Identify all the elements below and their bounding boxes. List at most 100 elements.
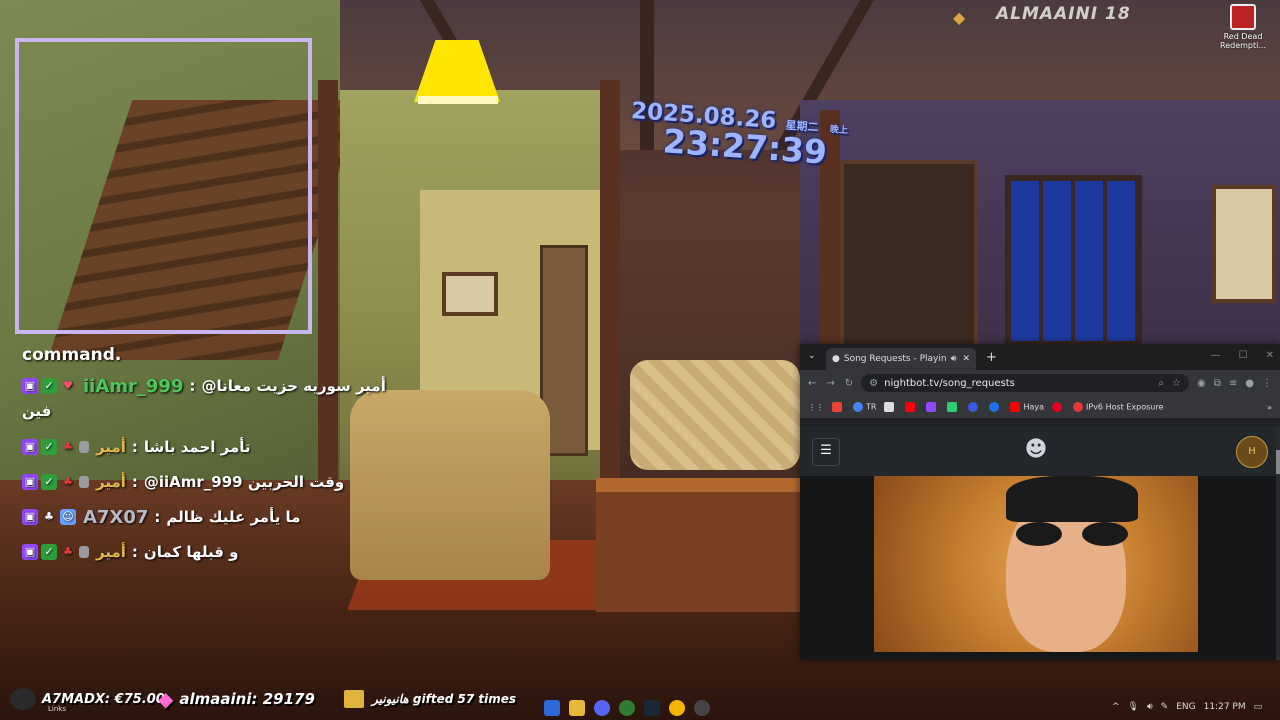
extension-icon[interactable]: ◉ <box>1197 378 1206 389</box>
maximize-icon[interactable]: ☐ <box>1239 350 1248 361</box>
bookmark-youtube[interactable] <box>905 402 918 412</box>
browser-tab[interactable]: ● Song Requests - Playing a... 🔊︎ ✕ <box>826 348 976 370</box>
wall-picture <box>442 272 498 316</box>
bookmark-chrome[interactable] <box>989 402 1002 412</box>
notification-icon[interactable]: ▭ <box>1254 702 1263 712</box>
cherry-badge-icon: ♣ <box>63 545 73 558</box>
bookmark-ipv6[interactable]: IPv6 Host Exposure <box>1073 402 1163 412</box>
back-icon[interactable]: ← <box>808 378 816 389</box>
kebab-menu-icon[interactable]: ⋮ <box>1262 378 1272 389</box>
clock-ampm: 晚上 <box>829 124 849 137</box>
bookmark-pinterest[interactable] <box>1052 402 1065 412</box>
tab-search-icon[interactable]: ⌄ <box>808 351 816 361</box>
chat-text-continuation: فين <box>22 402 52 420</box>
bookmark-label: TR <box>866 402 877 412</box>
profile-icon[interactable]: ● <box>1245 378 1254 389</box>
mod-badge-icon: ☺ <box>60 509 76 525</box>
bookmark-gmail[interactable] <box>832 402 845 412</box>
xbox-icon[interactable] <box>619 700 635 716</box>
puzzle-icon[interactable]: ⧉ <box>1214 378 1221 389</box>
reload-icon[interactable]: ↻ <box>845 378 853 389</box>
more-bookmarks-icon[interactable]: » <box>1267 403 1272 412</box>
tray-expand-icon[interactable]: ^ <box>1112 702 1120 712</box>
nightbot-header: ☰ ☻ H <box>800 426 1276 476</box>
twitch-badge-icon: ▣ <box>22 474 38 490</box>
chat-separator: : <box>131 543 138 561</box>
browser-window[interactable]: ⌄ ● Song Requests - Playing a... 🔊︎ ✕ + … <box>800 344 1280 660</box>
minimize-icon[interactable]: — <box>1211 350 1221 361</box>
bookmark-icon[interactable] <box>884 402 897 412</box>
chat-text: ما يأمر عليك ظالم <box>166 508 301 526</box>
obs-icon[interactable] <box>694 700 710 716</box>
chat-separator: : <box>131 438 138 456</box>
bookmark-twitch[interactable] <box>926 402 939 412</box>
forward-icon[interactable]: → <box>826 378 834 389</box>
gift-text: هانيونير gifted 57 times <box>372 692 516 706</box>
bookmark-label: Haya <box>1023 402 1045 412</box>
bits-alert: ◆ almaaini: 29179 <box>158 684 315 714</box>
zoom-icon[interactable]: ⌕ <box>1158 378 1164 389</box>
cherry-badge-icon: ♣ <box>63 440 73 453</box>
chat-username: أمير <box>96 473 126 491</box>
language-indicator[interactable]: ENG <box>1176 702 1195 712</box>
bookmark-label: IPv6 Host Exposure <box>1086 402 1164 412</box>
new-tab-button[interactable]: + <box>986 350 997 365</box>
chat-text: @iiAmr_999 وقت الحربين <box>143 473 345 491</box>
site-info-icon[interactable]: ⚙ <box>869 378 878 389</box>
donation-alert: A7MADX: €75.00 <box>10 684 165 714</box>
url-text: nightbot.tv/song_requests <box>884 377 1015 389</box>
bookmark-haya[interactable]: Haya <box>1010 402 1044 412</box>
bookmark-star-icon[interactable]: ☆ <box>1172 378 1181 389</box>
discord-icon[interactable] <box>594 700 610 716</box>
bookmark-green[interactable] <box>947 402 960 412</box>
chrome-icon[interactable] <box>669 700 685 716</box>
desktop-icon-red-dead[interactable]: Red Dead Redempti... <box>1216 4 1270 50</box>
sub-badge-icon: ✓ <box>41 474 57 490</box>
window-controls: — ☐ ✕ <box>1211 350 1274 361</box>
hamburger-menu-icon[interactable]: ☰ <box>812 438 840 466</box>
chat-text: تأمر احمد باشا <box>143 438 251 456</box>
apps-grid-icon[interactable]: ⋮⋮ <box>808 403 824 412</box>
nightbot-favicon-icon: ● <box>832 354 840 364</box>
bookmarks-bar: ⋮⋮ TR Haya IPv6 Host Exposure » <box>800 396 1280 419</box>
chat-username: iiAmr_999 <box>83 375 184 397</box>
close-icon[interactable]: ✕ <box>1266 350 1274 361</box>
taskbar-clock[interactable]: 11:27 PM <box>1204 702 1246 712</box>
brand-logo-icon: ◆ <box>953 8 966 27</box>
bookmark-tr[interactable]: TR <box>853 402 876 412</box>
nightbot-logo-icon[interactable]: ☻ <box>1022 436 1050 464</box>
tab-close-icon[interactable]: ✕ <box>962 354 970 364</box>
chat-username: أمير <box>96 438 126 456</box>
file-explorer-icon[interactable] <box>569 700 585 716</box>
speaker-icon[interactable]: 🔊︎ <box>951 354 957 364</box>
chat-text: @أمير سوريه حزيت معانا <box>201 377 386 395</box>
gift-icon <box>344 690 364 708</box>
microphone-icon[interactable]: 🎙︎ <box>1128 702 1139 712</box>
donor-avatar <box>10 688 36 710</box>
pen-icon[interactable]: ✎ <box>1161 702 1169 712</box>
volume-icon[interactable]: 🔊︎ <box>1147 702 1153 712</box>
url-field[interactable]: ⚙ nightbot.tv/song_requests ⌕ ☆ <box>861 374 1189 392</box>
chat-separator: : <box>131 473 138 491</box>
user-avatar[interactable]: H <box>1236 436 1268 468</box>
links-label[interactable]: Links <box>48 705 66 713</box>
bookmark-blue[interactable] <box>968 402 981 412</box>
twitch-badge-icon: ▣ <box>22 544 38 560</box>
page-scrollbar[interactable] <box>1276 426 1280 660</box>
steam-icon[interactable] <box>644 700 660 716</box>
clover-badge-icon: ♣ <box>44 510 54 523</box>
chat-message: ▣ ✓ ♣ أمير : و قبلها كمان <box>22 539 442 565</box>
sub-badge-icon: ✓ <box>41 378 57 394</box>
chat-separator: : <box>189 377 196 395</box>
taskbar-app-icon[interactable] <box>544 700 560 716</box>
desktop-icon-label: Red Dead Redempti... <box>1220 32 1266 50</box>
lamp-glow <box>418 96 498 104</box>
video-player[interactable] <box>874 476 1198 652</box>
chat-command-text: command. <box>22 345 122 365</box>
media-icon[interactable]: ≡ <box>1229 378 1237 389</box>
webcam-frame <box>15 38 312 334</box>
night-window <box>1005 175 1142 347</box>
bits-badge-icon <box>79 441 89 453</box>
chat-overlay: command. ▣ ✓ ♥ iiAmr_999 : @أمير سوريه ح… <box>22 345 442 574</box>
song-request-player <box>800 476 1276 660</box>
